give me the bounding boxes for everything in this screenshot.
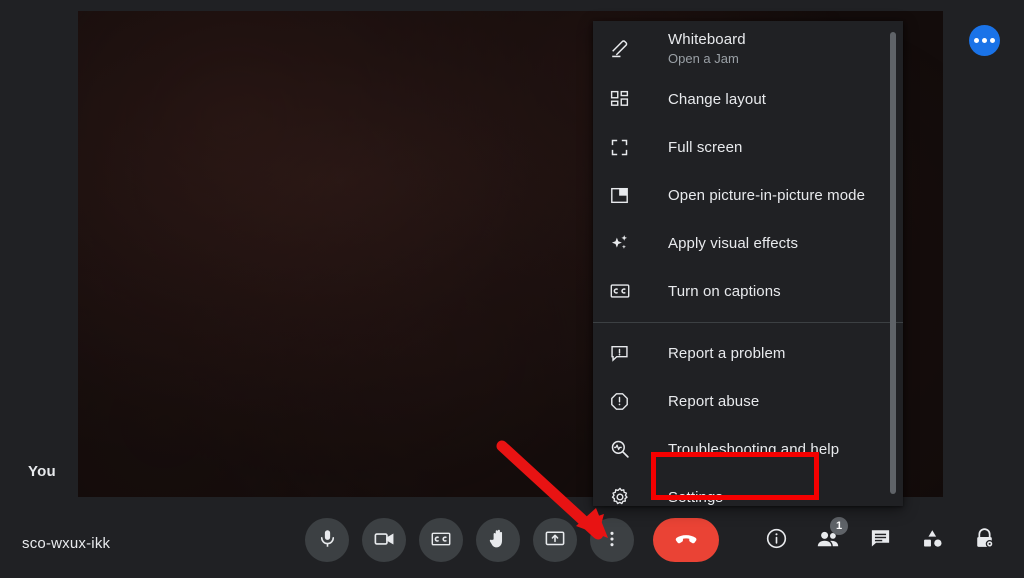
camera-button[interactable] [362, 518, 406, 562]
present-screen-icon [544, 528, 566, 553]
change-layout-grid-icon [609, 87, 649, 111]
closed-captions-icon [609, 279, 649, 303]
menu-item-label: Full screen [668, 138, 743, 156]
picture-in-picture-icon [609, 183, 649, 207]
menu-item-sublabel: Open a Jam [668, 50, 739, 66]
microphone-icon [317, 528, 338, 552]
info-icon [765, 527, 788, 553]
dot [974, 38, 979, 43]
dot [990, 38, 995, 43]
report-abuse-icon [609, 389, 649, 413]
menu-scrollbar[interactable] [890, 32, 896, 494]
present-screen-button[interactable] [533, 518, 577, 562]
raise-hand-button[interactable] [476, 518, 520, 562]
menu-item-report-abuse[interactable]: Report abuse [593, 377, 903, 425]
meeting-code: sco-wxux-ikk [22, 535, 111, 552]
menu-item-troubleshooting-and-help[interactable]: Troubleshooting and help [593, 425, 903, 473]
menu-item-full-screen[interactable]: Full screen [593, 123, 903, 171]
captions-button[interactable] [419, 518, 463, 562]
host-controls-lock-icon [973, 527, 996, 553]
show-everyone-button[interactable]: 1 [806, 517, 850, 562]
participants-badge: 1 [830, 517, 848, 535]
more-options-button[interactable] [590, 518, 634, 562]
bottom-toolbar: sco-wxux-ikk 1 [0, 505, 1024, 578]
menu-item-label: Turn on captions [668, 282, 781, 300]
menu-item-label: Troubleshooting and help [668, 440, 840, 458]
chat-button[interactable] [858, 518, 902, 562]
menu-item-report-a-problem[interactable]: Report a problem [593, 329, 903, 377]
menu-item-label: Report abuse [668, 392, 760, 410]
menu-item-picture-in-picture[interactable]: Open picture-in-picture mode [593, 171, 903, 219]
raise-hand-icon [487, 528, 509, 553]
menu-item-label: Settings [668, 488, 723, 506]
chat-icon [869, 527, 892, 553]
meeting-details-button[interactable] [754, 518, 798, 562]
microphone-button[interactable] [305, 518, 349, 562]
visual-effects-sparkle-icon [609, 231, 649, 255]
more-horizontal-icon[interactable] [969, 25, 1000, 56]
menu-divider [593, 322, 903, 323]
whiteboard-pencil-icon [609, 36, 649, 60]
center-controls [305, 518, 719, 562]
menu-item-label: Whiteboard [668, 30, 746, 48]
menu-item-turn-on-captions[interactable]: Turn on captions [593, 267, 903, 315]
camera-icon [373, 528, 395, 553]
right-controls: 1 [754, 517, 1006, 562]
troubleshooting-icon [609, 437, 649, 461]
menu-item-label: Report a problem [668, 344, 786, 362]
end-call-button[interactable] [653, 518, 719, 562]
settings-gear-icon [609, 485, 649, 506]
menu-item-label: Open picture-in-picture mode [668, 186, 866, 204]
more-vertical-icon [602, 529, 622, 552]
end-call-icon [673, 526, 699, 555]
menu-item-apply-visual-effects[interactable]: Apply visual effects [593, 219, 903, 267]
more-options-menu[interactable]: Whiteboard Open a Jam Change layout Full… [593, 21, 903, 506]
menu-item-whiteboard[interactable]: Whiteboard Open a Jam [593, 21, 903, 75]
full-screen-icon [609, 135, 649, 159]
activities-icon [921, 527, 944, 553]
host-controls-button[interactable] [962, 518, 1006, 562]
menu-item-label: Change layout [668, 90, 767, 108]
activities-button[interactable] [910, 518, 954, 562]
closed-captions-icon [430, 528, 452, 553]
report-problem-icon [609, 341, 649, 365]
self-tile-label: You [28, 463, 56, 480]
menu-item-label: Apply visual effects [668, 234, 799, 252]
menu-item-change-layout[interactable]: Change layout [593, 75, 903, 123]
dot [982, 38, 987, 43]
menu-item-settings[interactable]: Settings [593, 473, 903, 506]
